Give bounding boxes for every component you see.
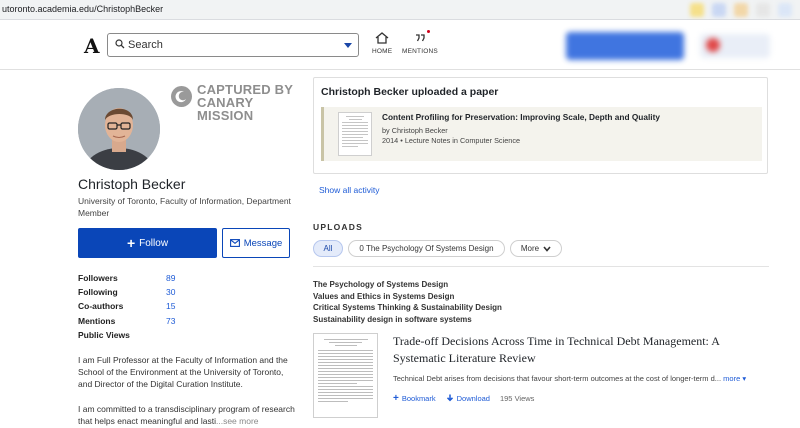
profile-name: Christoph Becker xyxy=(78,176,186,192)
stat-following[interactable]: Following 30 xyxy=(78,287,208,301)
paper-meta: 2014 • Lecture Notes in Computer Science xyxy=(382,136,521,145)
filter-all[interactable]: All xyxy=(313,240,343,257)
activity-header: Christoph Becker uploaded a paper xyxy=(321,86,499,98)
site-header: A Search HOME MENTIONS xyxy=(0,20,800,70)
profile-affiliation[interactable]: University of Toronto, Faculty of Inform… xyxy=(78,195,298,219)
work-thumbnail[interactable] xyxy=(313,333,378,418)
download-icon xyxy=(446,394,453,402)
bio-paragraph: I am committed to a transdisciplinary pr… xyxy=(78,403,296,427)
blurred-toolbar-icon xyxy=(756,3,770,17)
paper-author: by Christoph Becker xyxy=(382,126,448,135)
download-button[interactable]: Download xyxy=(446,394,490,403)
filter-more[interactable]: More xyxy=(510,240,562,257)
canary-logo-icon xyxy=(171,86,192,107)
nav-home-label: HOME xyxy=(372,48,393,55)
stat-value[interactable]: 73 xyxy=(166,316,175,326)
stat-coauthors[interactable]: Co-authors 15 xyxy=(78,301,208,315)
filter-psychology-label: 0 The Psychology Of Systems Design xyxy=(359,244,494,253)
blurred-toolbar-icon xyxy=(778,3,792,17)
browser-url-bar[interactable]: utoronto.academia.edu/ChristophBecker xyxy=(0,0,800,20)
activity-card: Christoph Becker uploaded a paper Conten… xyxy=(313,77,768,174)
stat-label: Mentions xyxy=(78,315,116,326)
search-box[interactable]: Search xyxy=(107,33,359,57)
filter-more-label: More xyxy=(520,244,540,253)
uploads-heading: UPLOADS xyxy=(313,222,363,232)
stat-public-views: Public Views xyxy=(78,330,208,344)
mentions-icon xyxy=(415,34,425,42)
watermark-line2: CANARY MISSION xyxy=(197,95,254,123)
search-input[interactable]: Search xyxy=(128,39,163,51)
topic-link[interactable]: Critical Systems Thinking & Sustainabili… xyxy=(313,302,502,314)
work-actions: + Bookmark Download 195 Views xyxy=(393,393,534,404)
filter-all-label: All xyxy=(323,244,333,253)
message-label: Message xyxy=(243,237,283,249)
stat-label: Followers xyxy=(78,273,118,283)
work-abstract: Technical Debt arises from decisions tha… xyxy=(393,374,746,383)
bookmark-label: Bookmark xyxy=(401,394,436,403)
blurred-upload-button[interactable] xyxy=(566,32,684,60)
work-abstract-text: Technical Debt arises from decisions tha… xyxy=(393,374,722,383)
stat-value[interactable]: 30 xyxy=(166,287,175,297)
bookmark-button[interactable]: + Bookmark xyxy=(393,393,436,404)
notification-dot xyxy=(426,30,430,33)
stat-label: Co-authors xyxy=(78,301,124,312)
watermark-text: CAPTURED BY CANARY MISSION xyxy=(197,83,311,122)
chevron-down-icon[interactable] xyxy=(344,43,352,48)
blurred-toolbar-icon xyxy=(734,3,748,17)
caret-down-icon: ▾ xyxy=(742,374,747,383)
profile-stats: Followers 89 Following 30 Co-authors 15 … xyxy=(78,273,208,344)
work-title[interactable]: Trade-off Decisions Across Time in Techn… xyxy=(393,333,763,367)
download-label: Download xyxy=(456,394,490,403)
url-text: utoronto.academia.edu/ChristophBecker xyxy=(2,4,164,14)
plus-icon: + xyxy=(393,393,399,404)
activity-paper[interactable]: Content Profiling for Preservation: Impr… xyxy=(321,107,762,161)
paper-thumbnail[interactable] xyxy=(338,112,372,156)
topic-link[interactable]: Values and Ethics in Systems Design xyxy=(313,291,502,303)
search-icon xyxy=(115,39,125,49)
view-count: 195 Views xyxy=(499,394,535,403)
nav-mentions-label: MENTIONS xyxy=(402,48,438,55)
academia-logo[interactable]: A xyxy=(84,34,100,58)
blurred-toolbar-icon xyxy=(690,3,704,17)
envelope-icon xyxy=(229,239,240,247)
stat-label: Public Views xyxy=(78,329,130,340)
plus-icon: + xyxy=(126,235,136,251)
stat-value[interactable]: 15 xyxy=(166,301,175,311)
topic-link[interactable]: Sustainability design in software system… xyxy=(313,314,502,326)
home-icon xyxy=(375,32,389,44)
topic-link[interactable]: The Psychology of Systems Design xyxy=(313,279,502,291)
upload-topics: The Psychology of Systems Design Values … xyxy=(313,279,502,325)
filter-psychology[interactable]: 0 The Psychology Of Systems Design xyxy=(348,240,505,257)
profile-bio: I am Full Professor at the Faculty of In… xyxy=(78,354,296,428)
follow-label: Follow xyxy=(139,237,169,249)
person-photo xyxy=(78,88,160,170)
follow-button[interactable]: + Follow xyxy=(78,228,217,258)
canary-mission-watermark: CAPTURED BY CANARY MISSION xyxy=(171,82,311,122)
stat-value[interactable]: 89 xyxy=(166,273,175,283)
paper-title[interactable]: Content Profiling for Preservation: Impr… xyxy=(382,112,660,122)
section-divider xyxy=(313,266,769,267)
bio-text: I am committed to a transdisciplinary pr… xyxy=(78,403,295,426)
nav-mentions[interactable]: MENTIONS xyxy=(402,30,438,55)
show-all-activity-link[interactable]: Show all activity xyxy=(319,185,379,195)
more-label: more xyxy=(723,374,741,383)
more-link[interactable]: more ▾ xyxy=(723,374,746,383)
chevron-down-icon xyxy=(543,245,551,252)
blurred-toolbar-icon xyxy=(712,3,726,17)
nav-home[interactable]: HOME xyxy=(372,32,392,55)
bio-paragraph: I am Full Professor at the Faculty of In… xyxy=(78,355,288,390)
see-more-link[interactable]: ...see more xyxy=(216,416,259,426)
stat-label: Following xyxy=(78,287,118,298)
profile-avatar xyxy=(78,88,160,170)
blurred-avatar[interactable] xyxy=(706,38,720,52)
stat-mentions[interactable]: Mentions 73 xyxy=(78,316,208,330)
message-button[interactable]: Message xyxy=(222,228,290,258)
stat-followers[interactable]: Followers 89 xyxy=(78,273,208,287)
